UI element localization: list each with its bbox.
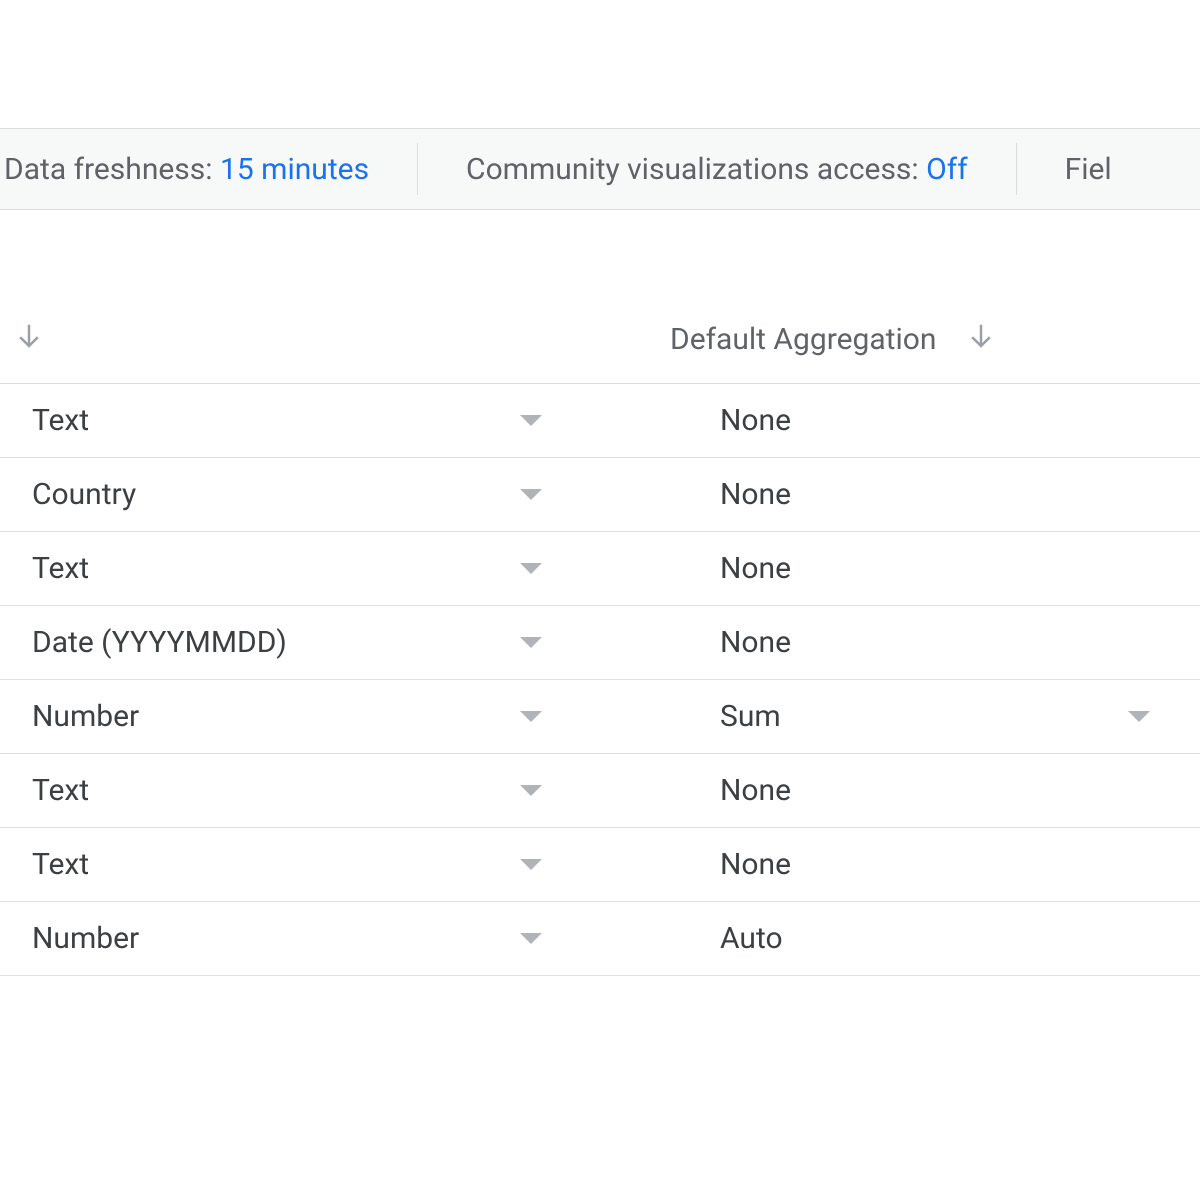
aggregation-cell[interactable]: Sum: [670, 699, 1200, 734]
chevron-down-icon[interactable]: [520, 859, 542, 870]
column-header-type[interactable]: [0, 321, 670, 359]
type-cell[interactable]: Text: [0, 773, 670, 808]
community-viz-value[interactable]: Off: [926, 152, 968, 187]
chevron-down-icon[interactable]: [520, 711, 542, 722]
table-row: Text None: [0, 828, 1200, 902]
field-cell[interactable]: Fiel: [1017, 152, 1160, 187]
type-cell[interactable]: Number: [0, 699, 670, 734]
type-cell[interactable]: Country: [0, 477, 670, 512]
column-header-aggregation[interactable]: Default Aggregation: [670, 321, 1200, 359]
table-row: Text None: [0, 532, 1200, 606]
community-viz-cell[interactable]: Community visualizations access: Off: [418, 152, 1016, 187]
aggregation-cell[interactable]: None: [670, 773, 1200, 808]
aggregation-value: None: [720, 847, 1128, 882]
aggregation-cell[interactable]: Auto: [670, 921, 1200, 956]
arrow-down-icon[interactable]: [966, 321, 996, 359]
type-value: Text: [32, 403, 520, 438]
chevron-down-icon[interactable]: [1128, 711, 1150, 722]
type-cell[interactable]: Text: [0, 403, 670, 438]
status-bar: Data freshness: 15 minutes Community vis…: [0, 128, 1200, 210]
chevron-down-icon[interactable]: [520, 933, 542, 944]
table-row: Text None: [0, 384, 1200, 458]
type-value: Country: [32, 477, 520, 512]
table-row: Number Sum: [0, 680, 1200, 754]
aggregation-value: None: [720, 403, 1128, 438]
type-cell[interactable]: Number: [0, 921, 670, 956]
type-value: Text: [32, 551, 520, 586]
type-value: Text: [32, 773, 520, 808]
chevron-down-icon[interactable]: [520, 415, 542, 426]
fields-table: Default Aggregation TextNoneCountryNoneT…: [0, 296, 1200, 976]
column-header-aggregation-label: Default Aggregation: [670, 322, 936, 357]
aggregation-cell[interactable]: None: [670, 625, 1200, 660]
aggregation-value: None: [720, 773, 1128, 808]
data-freshness-label: Data freshness:: [4, 152, 220, 187]
aggregation-cell[interactable]: None: [670, 403, 1200, 438]
type-cell[interactable]: Text: [0, 847, 670, 882]
type-value: Number: [32, 921, 520, 956]
type-value: Text: [32, 847, 520, 882]
chevron-down-icon[interactable]: [520, 637, 542, 648]
aggregation-value: Sum: [720, 699, 1128, 734]
chevron-down-icon[interactable]: [520, 563, 542, 574]
aggregation-value: None: [720, 551, 1128, 586]
chevron-down-icon[interactable]: [520, 785, 542, 796]
type-cell[interactable]: Text: [0, 551, 670, 586]
data-freshness-cell[interactable]: Data freshness: 15 minutes: [0, 152, 417, 187]
arrow-down-icon[interactable]: [14, 321, 44, 359]
chevron-down-icon[interactable]: [520, 489, 542, 500]
mid-spacer: [0, 210, 1200, 296]
aggregation-value: None: [720, 625, 1128, 660]
table-row: Number Auto: [0, 902, 1200, 976]
table-header-row: Default Aggregation: [0, 296, 1200, 384]
table-row: Text None: [0, 754, 1200, 828]
aggregation-cell[interactable]: None: [670, 847, 1200, 882]
type-cell[interactable]: Date (YYYYMMDD): [0, 625, 670, 660]
table-row: Country None: [0, 458, 1200, 532]
data-freshness-value[interactable]: 15 minutes: [220, 152, 369, 187]
table-row: Date (YYYYMMDD) None: [0, 606, 1200, 680]
aggregation-cell[interactable]: None: [670, 477, 1200, 512]
aggregation-cell[interactable]: None: [670, 551, 1200, 586]
top-spacer: [0, 0, 1200, 128]
type-value: Date (YYYYMMDD): [32, 625, 520, 660]
aggregation-value: None: [720, 477, 1128, 512]
field-label: Fiel: [1065, 152, 1112, 187]
aggregation-value: Auto: [720, 921, 1128, 956]
type-value: Number: [32, 699, 520, 734]
community-viz-label: Community visualizations access:: [466, 152, 926, 187]
